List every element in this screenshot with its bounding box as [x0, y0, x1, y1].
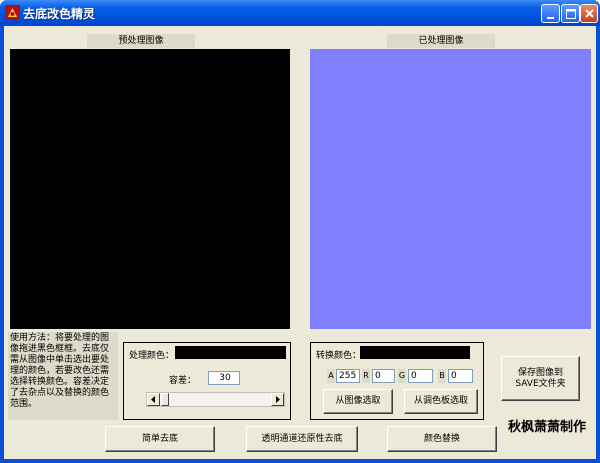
app-window: 去底改色精灵 预处理图像 已处理图像 使用方法：将要处理的图像拖进黑色框框。去底… — [0, 0, 600, 463]
arrow-right-icon — [276, 396, 280, 403]
tolerance-slider[interactable] — [146, 392, 285, 407]
tolerance-input[interactable]: 30 — [208, 371, 240, 385]
alpha-label: A — [327, 369, 335, 383]
arrow-left-icon — [151, 396, 155, 403]
window-title: 去底改色精灵 — [23, 7, 96, 21]
processed-image-canvas[interactable] — [310, 49, 591, 329]
pick-from-palette-button[interactable]: 从调色板选取 — [404, 389, 478, 414]
save-image-button[interactable]: 保存图像到SAVE文件夹 — [501, 356, 580, 401]
blue-label: B — [438, 369, 446, 383]
usage-instructions: 使用方法：将要处理的图像拖进黑色框框。去底仅需从图像中单击选出要处理的颜色，若要… — [8, 332, 118, 420]
green-label: G — [398, 369, 406, 383]
original-image-canvas[interactable] — [10, 49, 290, 329]
alpha-input[interactable]: 255 — [336, 369, 360, 383]
convert-color-swatch[interactable] — [360, 346, 470, 359]
maximize-icon — [566, 9, 576, 19]
tolerance-label: 容差： — [169, 376, 197, 386]
processed-image-label: 已处理图像 — [387, 34, 495, 48]
transparent-remove-button[interactable]: 透明通道还原性去底 — [246, 426, 358, 452]
title-bar[interactable]: 去底改色精灵 — [0, 0, 600, 26]
client-area: 预处理图像 已处理图像 使用方法：将要处理的图像拖进黑色框框。去底仅需从图像中单… — [4, 26, 596, 459]
close-button[interactable] — [580, 4, 598, 23]
minimize-icon — [547, 17, 554, 19]
credit-text: 秋枫萧萧制作 — [508, 420, 587, 435]
pick-from-image-button[interactable]: 从图像选取 — [323, 389, 393, 414]
convert-color-label: 转换颜色： — [316, 351, 362, 361]
minimize-button[interactable] — [541, 4, 560, 23]
app-icon — [5, 5, 20, 20]
close-icon — [585, 9, 594, 18]
process-color-swatch[interactable] — [175, 346, 286, 359]
maximize-button[interactable] — [561, 4, 580, 23]
red-input[interactable]: 0 — [372, 369, 395, 383]
slider-left-button[interactable] — [147, 393, 160, 406]
process-color-group: 处理颜色： 容差： 30 — [123, 342, 291, 420]
red-label: R — [362, 369, 370, 383]
original-image-label: 预处理图像 — [87, 34, 195, 48]
green-input[interactable]: 0 — [408, 369, 433, 383]
simple-remove-button[interactable]: 简单去底 — [105, 426, 215, 452]
color-replace-button[interactable]: 颜色替换 — [387, 426, 497, 452]
convert-color-group: 转换颜色： A 255 R 0 G 0 B 0 从图像选取 从调色板选取 — [310, 342, 484, 420]
slider-thumb[interactable] — [161, 393, 169, 406]
slider-right-button[interactable] — [271, 393, 284, 406]
process-color-label: 处理颜色： — [129, 351, 175, 361]
blue-input[interactable]: 0 — [448, 369, 473, 383]
